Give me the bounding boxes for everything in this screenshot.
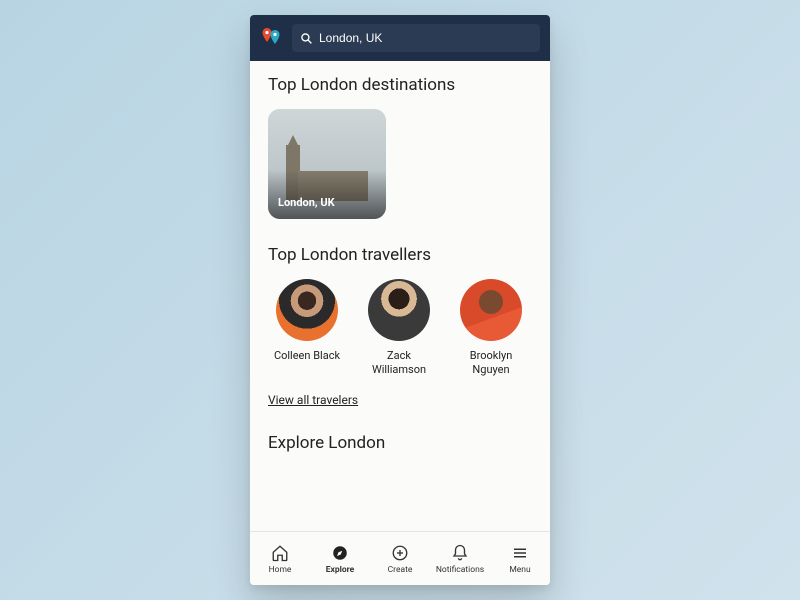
app-screen: Top London destinations London, UK Top L…	[250, 15, 550, 585]
bell-icon	[450, 543, 470, 563]
traveller-name: Brooklyn Nguyen	[452, 349, 530, 377]
explore-heading: Explore London	[268, 433, 532, 453]
nav-label: Notifications	[436, 565, 484, 575]
nav-label: Create	[388, 565, 413, 575]
traveller-item[interactable]: Zack Williamson	[360, 279, 438, 377]
destination-label: London, UK	[278, 196, 335, 209]
app-header	[250, 15, 550, 61]
destinations-heading: Top London destinations	[268, 75, 532, 95]
home-icon	[270, 543, 290, 563]
main-content: Top London destinations London, UK Top L…	[250, 61, 550, 531]
menu-icon	[510, 543, 530, 563]
nav-notifications[interactable]: Notifications	[432, 543, 488, 575]
nav-home[interactable]: Home	[252, 543, 308, 575]
traveller-name: Zack Williamson	[360, 349, 438, 377]
search-input[interactable]	[319, 31, 532, 45]
nav-label: Menu	[509, 565, 530, 575]
traveller-name: Colleen Black	[274, 349, 340, 363]
travellers-heading: Top London travellers	[268, 245, 532, 265]
nav-label: Explore	[326, 565, 355, 575]
app-logo[interactable]	[260, 26, 284, 50]
traveller-item[interactable]: Brooklyn Nguyen	[452, 279, 530, 377]
bottom-nav: Home Explore Create Notifications Menu	[250, 531, 550, 585]
nav-create[interactable]: Create	[372, 543, 428, 575]
destination-card-london[interactable]: London, UK	[268, 109, 386, 219]
avatar	[368, 279, 430, 341]
nav-explore[interactable]: Explore	[312, 543, 368, 575]
travellers-list: Colleen Black Zack Williamson Brooklyn N…	[268, 279, 532, 377]
nav-label: Home	[269, 565, 292, 575]
compass-icon	[330, 543, 350, 563]
avatar	[460, 279, 522, 341]
search-bar[interactable]	[292, 24, 540, 52]
nav-menu[interactable]: Menu	[492, 543, 548, 575]
search-icon	[300, 32, 313, 45]
view-all-travelers-link[interactable]: View all travelers	[268, 393, 358, 407]
traveller-item[interactable]: Colleen Black	[268, 279, 346, 377]
plus-circle-icon	[390, 543, 410, 563]
avatar	[276, 279, 338, 341]
